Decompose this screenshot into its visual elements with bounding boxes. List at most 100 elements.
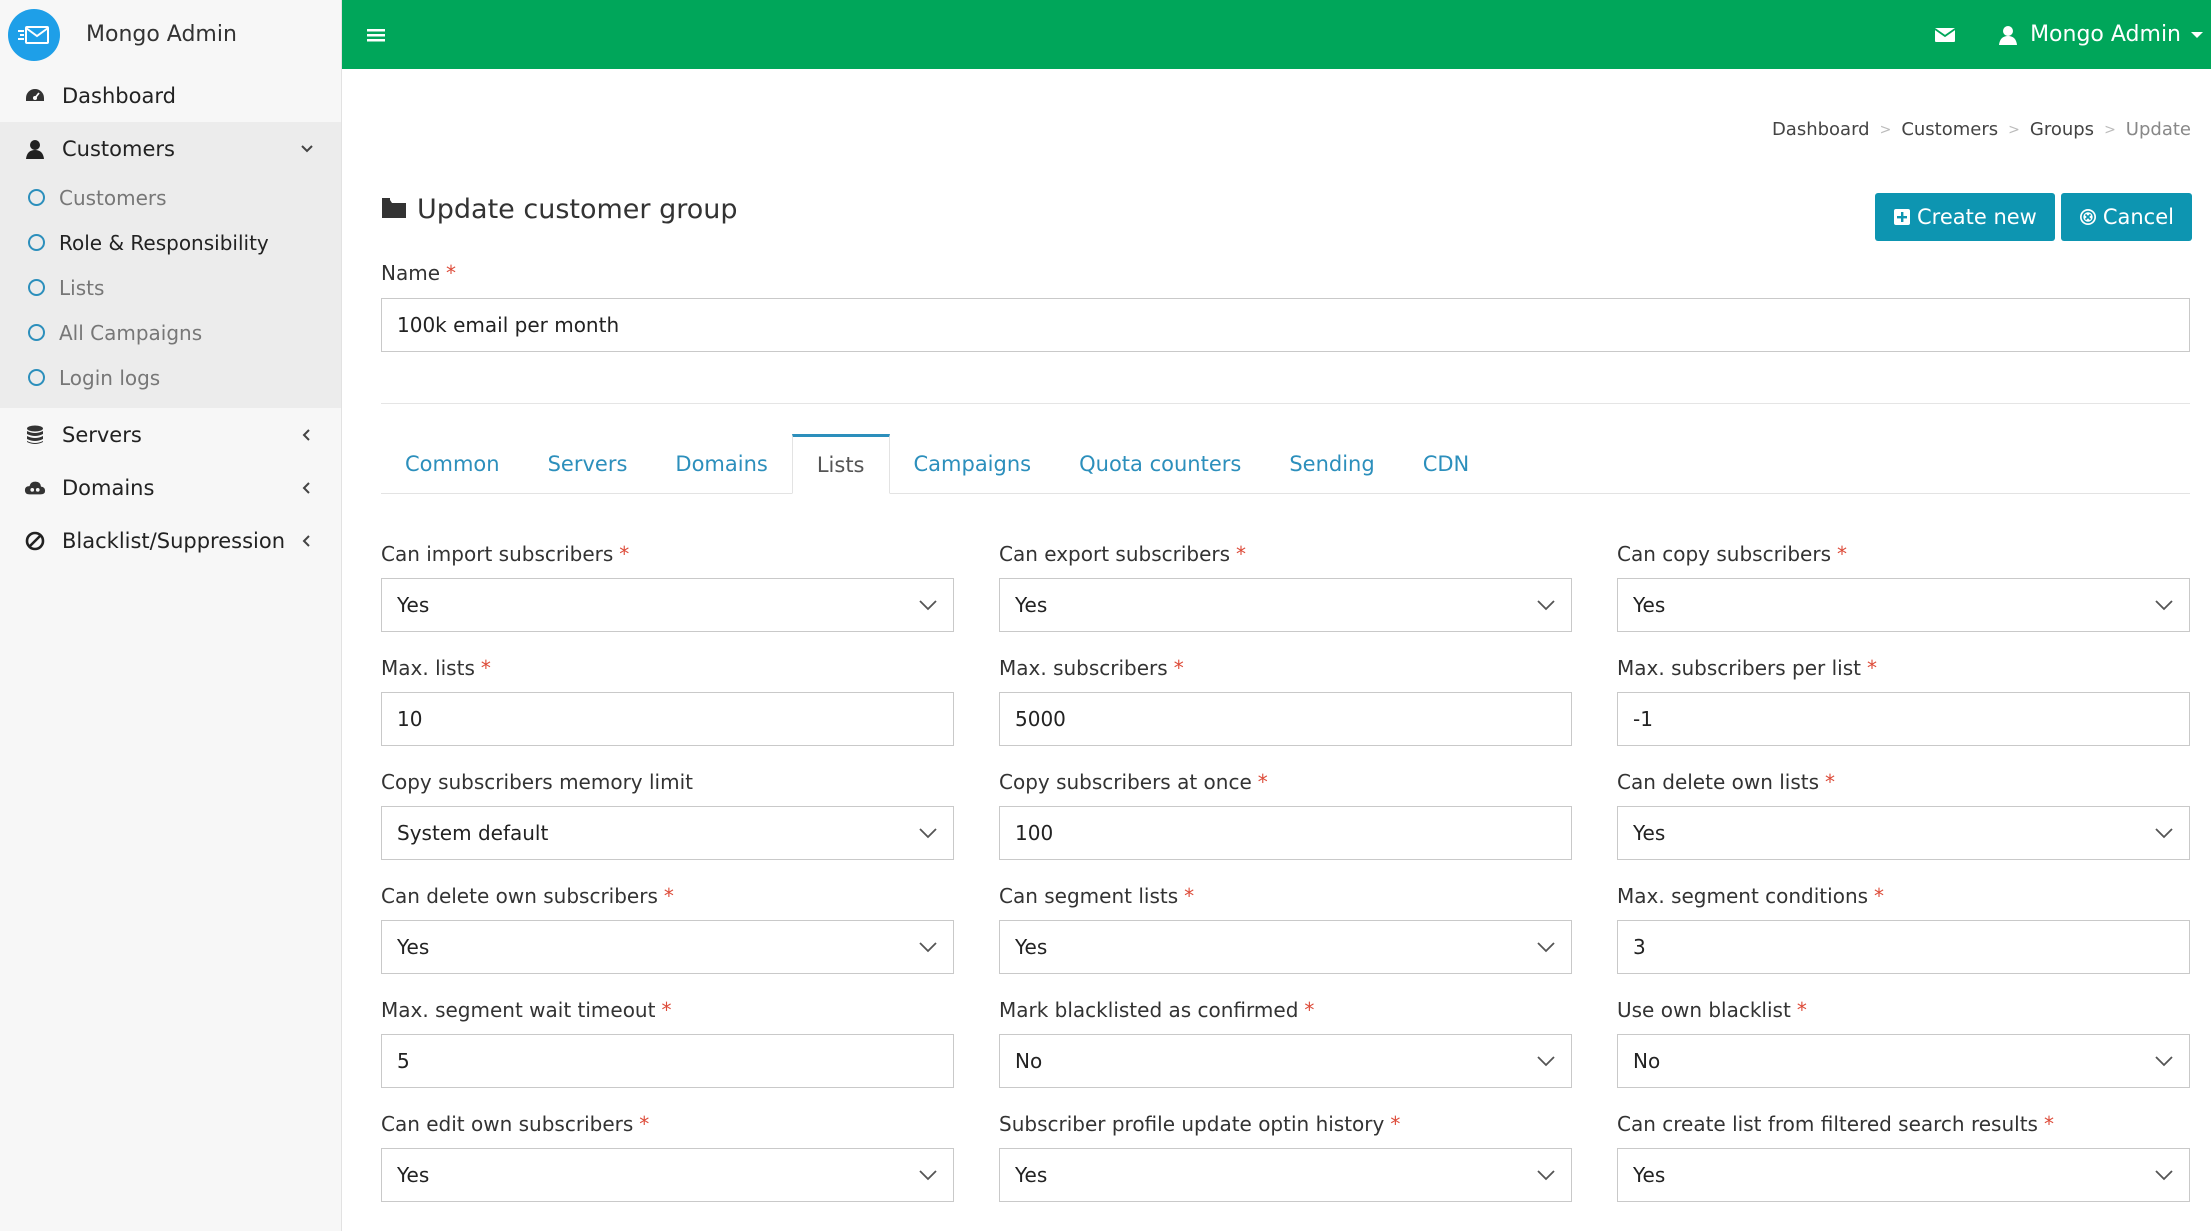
topbar: Mongo Admin — [342, 0, 2211, 69]
chevron-left-icon — [299, 427, 315, 443]
tab-servers[interactable]: Servers — [524, 434, 652, 494]
field-value: 100 — [1015, 821, 1054, 845]
sidebar-subitem-role-responsibility[interactable]: Role & Responsibility — [0, 220, 341, 265]
caret-down-icon — [2191, 31, 2203, 38]
name-input-value: 100k email per month — [397, 313, 620, 337]
field-value: No — [1015, 1049, 1043, 1073]
user-menu[interactable]: Mongo Admin — [1980, 0, 2211, 69]
chevron-down-icon — [917, 1164, 939, 1191]
select-can-create-list-from-filtered-search-results[interactable]: Yes — [1617, 1148, 2190, 1202]
select-can-import-subscribers[interactable]: Yes — [381, 578, 954, 632]
name-field-group: Name * 100k email per month — [381, 261, 2190, 352]
required-marker: * — [480, 656, 491, 680]
input-max-subscribers-per-list[interactable]: -1 — [1617, 692, 2190, 746]
header-actions: Create new Cancel — [1874, 193, 2192, 241]
customers-subnav: Customers Role & Responsibility Lists Al… — [0, 175, 341, 408]
field-max-lists: Max. lists * 10 — [381, 656, 954, 770]
sidebar-item-dashboard[interactable]: Dashboard — [0, 69, 341, 122]
select-can-edit-own-subscribers[interactable]: Yes — [381, 1148, 954, 1202]
field-label: Can segment lists * — [999, 884, 1572, 908]
breadcrumb-groups[interactable]: Groups — [2030, 119, 2094, 141]
sidebar-item-customers[interactable]: Customers — [0, 122, 341, 175]
chevron-down-icon — [1535, 1050, 1557, 1077]
sidebar-item-servers[interactable]: Servers — [0, 408, 341, 461]
input-max-segment-conditions[interactable]: 3 — [1617, 920, 2190, 974]
times-circle-icon — [2079, 208, 2097, 226]
select-can-segment-lists[interactable]: Yes — [999, 920, 1572, 974]
chevron-down-icon — [2153, 1164, 2175, 1191]
cancel-button[interactable]: Cancel — [2060, 193, 2192, 241]
field-label: Max. subscribers per list * — [1617, 656, 2190, 680]
sidebar-subitem-all-campaigns[interactable]: All Campaigns — [0, 310, 341, 355]
tab-common[interactable]: Common — [381, 434, 524, 494]
field-mark-blacklisted-as-confirmed: Mark blacklisted as confirmed * No — [999, 998, 1572, 1112]
select-can-export-subscribers[interactable]: Yes — [999, 578, 1572, 632]
field-label-text: Can import subscribers — [381, 542, 614, 566]
field-value: Yes — [397, 935, 430, 959]
folder-icon — [381, 197, 407, 223]
sidebar-subitem-customers[interactable]: Customers — [0, 175, 341, 220]
dashboard-icon — [24, 85, 46, 107]
input-max-lists[interactable]: 10 — [381, 692, 954, 746]
page-header: Update customer group — [381, 194, 738, 225]
field-label-text: Can copy subscribers — [1617, 542, 1832, 566]
tab-sending[interactable]: Sending — [1265, 434, 1398, 494]
sidebar-subitem-label: Customers — [59, 185, 167, 210]
name-input[interactable]: 100k email per month — [381, 298, 2190, 352]
input-max-segment-wait-timeout[interactable]: 5 — [381, 1034, 954, 1088]
field-label-text: Max. subscribers per list — [1617, 656, 1862, 680]
select-mark-blacklisted-as-confirmed[interactable]: No — [999, 1034, 1572, 1088]
envelope-icon[interactable] — [1910, 0, 1980, 69]
field-label-text: Can export subscribers — [999, 542, 1231, 566]
select-subscriber-profile-update-optin-history[interactable]: Yes — [999, 1148, 1572, 1202]
tab-domains[interactable]: Domains — [651, 434, 791, 494]
tab-campaigns[interactable]: Campaigns — [890, 434, 1056, 494]
cancel-label: Cancel — [2102, 205, 2174, 229]
sidebar-item-domains[interactable]: Domains — [0, 461, 341, 514]
field-max-segment-wait-timeout: Max. segment wait timeout * 5 — [381, 998, 954, 1112]
input-max-subscribers[interactable]: 5000 — [999, 692, 1572, 746]
tab-lists[interactable]: Lists — [791, 434, 890, 494]
breadcrumb-dashboard[interactable]: Dashboard — [1772, 119, 1870, 141]
chevron-down-icon — [2153, 594, 2175, 621]
field-label-text: Can segment lists — [999, 884, 1179, 908]
field-can-delete-own-lists: Can delete own lists * Yes — [1617, 770, 2190, 884]
field-value: Yes — [397, 593, 430, 617]
select-use-own-blacklist[interactable]: No — [1617, 1034, 2190, 1088]
field-label: Copy subscribers memory limit — [381, 770, 954, 794]
chevron-down-icon — [2153, 822, 2175, 849]
breadcrumb-customers[interactable]: Customers — [1901, 119, 1998, 141]
logo-mail-icon — [8, 8, 60, 61]
field-value: Yes — [1015, 593, 1048, 617]
create-new-label: Create new — [1916, 205, 2037, 229]
hamburger-menu-icon[interactable] — [346, 0, 406, 69]
cloud-icon — [24, 477, 46, 499]
sidebar-subitem-lists[interactable]: Lists — [0, 265, 341, 310]
brand[interactable]: Mongo Admin — [0, 0, 341, 69]
select-copy-subscribers-memory-limit[interactable]: System default — [381, 806, 954, 860]
field-value: -1 — [1633, 707, 1653, 731]
sidebar-item-label: Servers — [62, 422, 142, 447]
input-copy-subscribers-at-once[interactable]: 100 — [999, 806, 1572, 860]
sidebar-subitem-login-logs[interactable]: Login logs — [0, 355, 341, 400]
sidebar-item-blacklist[interactable]: Blacklist/Suppression — [0, 514, 341, 567]
sidebar-item-label: Customers — [62, 136, 175, 161]
field-value: System default — [397, 821, 549, 845]
field-label-text: Subscriber profile update optin history — [999, 1112, 1385, 1136]
tab-quota-counters[interactable]: Quota counters — [1055, 434, 1265, 494]
field-label: Can copy subscribers * — [1617, 542, 2190, 566]
select-can-copy-subscribers[interactable]: Yes — [1617, 578, 2190, 632]
field-use-own-blacklist: Use own blacklist * No — [1617, 998, 2190, 1112]
field-value: Yes — [1633, 821, 1666, 845]
tab-cdn[interactable]: CDN — [1399, 434, 1494, 494]
select-can-delete-own-subscribers[interactable]: Yes — [381, 920, 954, 974]
field-label: Can create list from filtered search res… — [1617, 1112, 2190, 1136]
field-value: Yes — [1633, 593, 1666, 617]
field-label-text: Max. subscribers — [999, 656, 1168, 680]
select-can-delete-own-lists[interactable]: Yes — [1617, 806, 2190, 860]
create-new-button[interactable]: Create new — [1874, 193, 2055, 241]
field-value: 3 — [1633, 935, 1646, 959]
circle-icon — [28, 234, 45, 251]
page-title: Update customer group — [417, 194, 738, 225]
field-label: Can export subscribers * — [999, 542, 1572, 566]
